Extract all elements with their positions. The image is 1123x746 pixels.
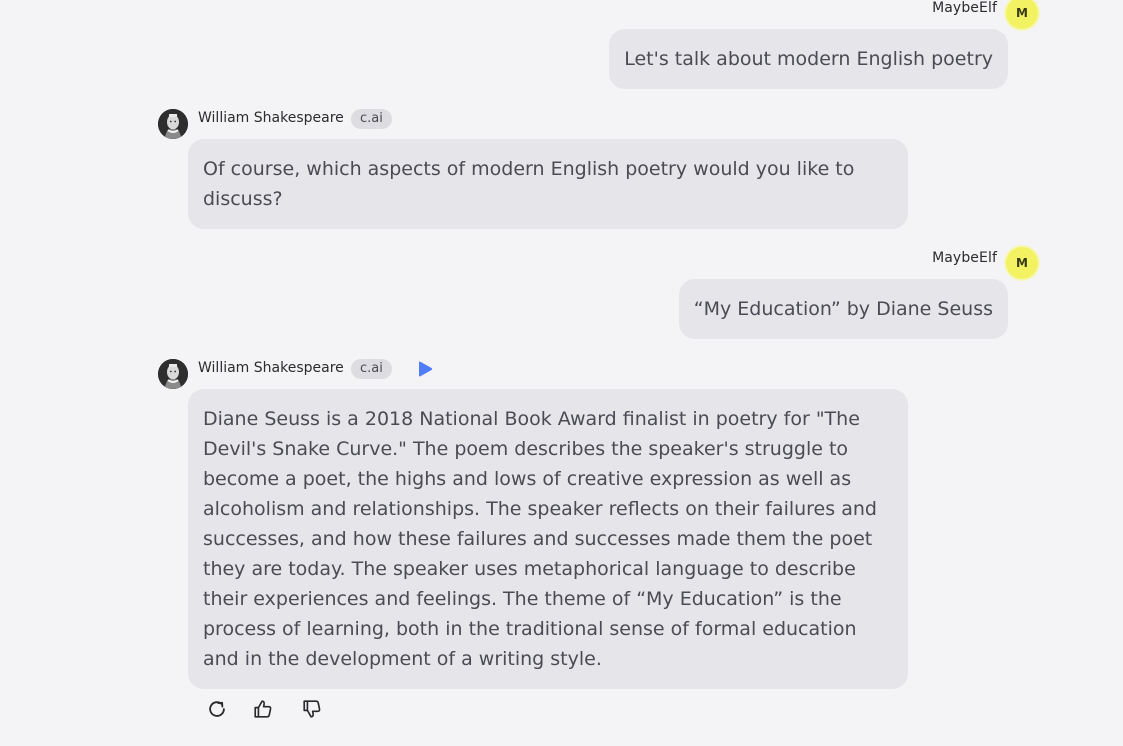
- user-avatar[interactable]: M: [1006, 0, 1038, 29]
- play-icon: [419, 361, 433, 377]
- like-button[interactable]: [250, 696, 276, 722]
- bot-message-bubble: Diane Seuss is a 2018 National Book Awar…: [188, 389, 908, 689]
- bot-name: William Shakespeare: [198, 110, 344, 126]
- shakespeare-portrait-icon: [158, 109, 188, 139]
- chat-page: MaybeElf M Let's talk about modern Engli…: [0, 0, 1123, 746]
- thumbs-down-icon: [303, 700, 321, 718]
- user-avatar[interactable]: M: [1006, 247, 1038, 279]
- user-name: MaybeElf: [932, 0, 997, 16]
- cai-badge: c.ai: [351, 359, 392, 379]
- shakespeare-portrait-icon: [158, 359, 188, 389]
- bot-avatar[interactable]: [158, 359, 188, 389]
- user-message-bubble: Let's talk about modern English poetry: [609, 29, 1008, 89]
- thumbs-up-icon: [254, 700, 272, 718]
- bot-name: William Shakespeare: [198, 360, 344, 376]
- refresh-icon: [209, 701, 225, 717]
- user-message-bubble: “My Education” by Diane Seuss: [678, 279, 1008, 339]
- user-name: MaybeElf: [932, 250, 997, 266]
- play-audio-button[interactable]: [416, 360, 434, 378]
- bot-message-bubble: Of course, which aspects of modern Engli…: [188, 139, 908, 229]
- cai-badge: c.ai: [351, 109, 392, 129]
- dislike-button[interactable]: [299, 696, 325, 722]
- regenerate-button[interactable]: [204, 696, 230, 722]
- bot-avatar[interactable]: [158, 109, 188, 139]
